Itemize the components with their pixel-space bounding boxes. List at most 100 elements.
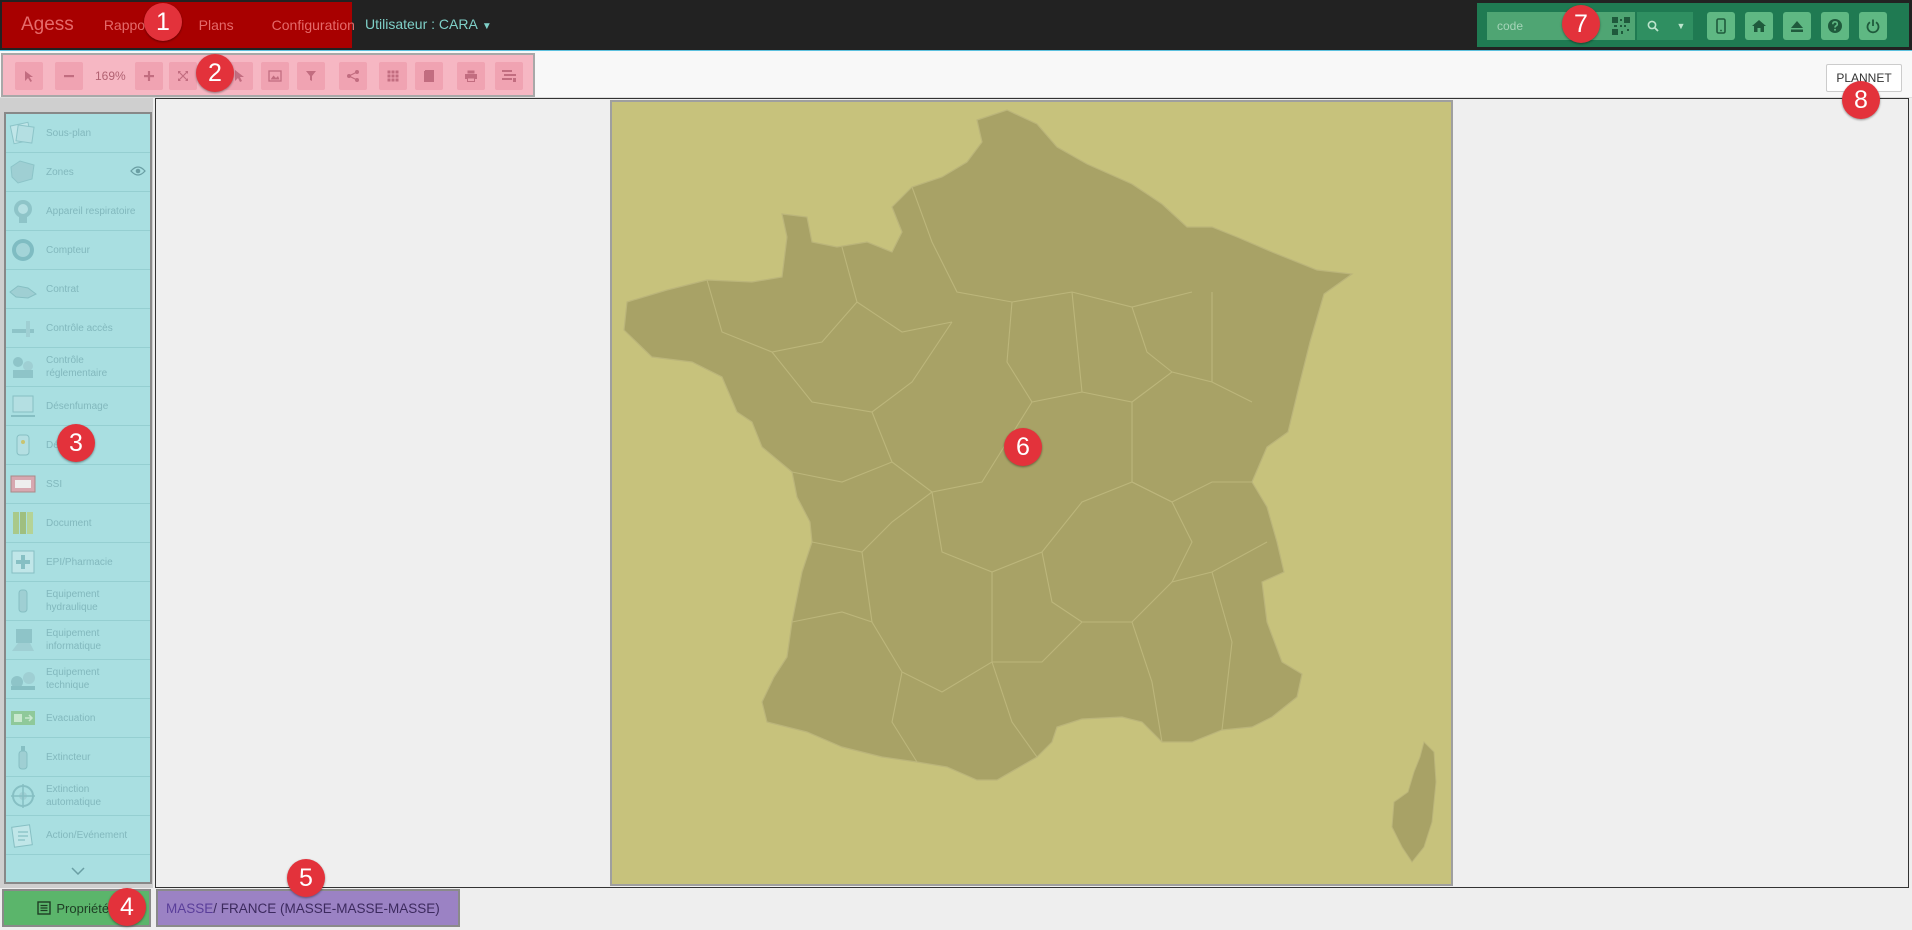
minus-icon xyxy=(64,75,74,78)
hydraulic-icon xyxy=(18,589,28,613)
sidebar-item-equipement-informatique[interactable]: Equipement informatique xyxy=(6,621,150,660)
breadcrumb-link-masse[interactable]: MASSE xyxy=(166,901,213,916)
sidebar-item-epi-pharmacie[interactable]: EPI/Pharmacie xyxy=(6,543,150,582)
home-button[interactable] xyxy=(1745,12,1773,40)
sidebar-item-label: Désenfumage xyxy=(46,400,109,412)
sidebar-item-action-evenement[interactable]: Action/Evénement xyxy=(6,816,150,855)
caret-down-icon: ▼ xyxy=(481,21,492,32)
sidebar-item-appareil-respiratoire[interactable]: Appareil respiratoire xyxy=(6,192,150,231)
layers-button[interactable] xyxy=(495,62,523,90)
plan-map[interactable] xyxy=(610,100,1453,886)
filter-button[interactable] xyxy=(297,62,325,90)
toolbar-row: 169% PLANNET xyxy=(0,50,1912,98)
sidebar-item-label: Action/Evénement xyxy=(46,829,128,841)
sidebar-item-label: EPI/Pharmacie xyxy=(46,556,113,568)
pointer-icon xyxy=(235,70,244,82)
sidebar-item-extincteur[interactable]: Extincteur xyxy=(6,738,150,777)
book-button[interactable] xyxy=(415,62,443,90)
document-icon xyxy=(13,512,33,534)
plus-icon xyxy=(144,71,154,81)
mobile-button[interactable] xyxy=(1707,12,1735,40)
select-tool-button[interactable] xyxy=(15,62,43,90)
help-button[interactable] xyxy=(1821,12,1849,40)
sidebar-item-controle-acces[interactable]: Contrôle accès xyxy=(6,309,150,348)
sidebar-item-compteur[interactable]: Compteur xyxy=(6,231,150,270)
sidebar-item-zones[interactable]: Zones xyxy=(6,153,150,192)
annotation-marker-5: 5 xyxy=(287,859,325,897)
sidebar-scroll-down[interactable] xyxy=(6,860,150,882)
share-button[interactable] xyxy=(339,62,367,90)
image-button[interactable] xyxy=(261,62,289,90)
sidebar-item-desenfumage[interactable]: Désenfumage xyxy=(6,387,150,426)
grid-view-button[interactable] xyxy=(379,62,407,90)
fit-to-screen-button[interactable] xyxy=(169,62,197,90)
print-button[interactable] xyxy=(457,62,485,90)
sidebar-item-label: Equipement hydraulique xyxy=(46,589,100,613)
auto-extinction-icon xyxy=(11,784,35,808)
home-icon xyxy=(1752,20,1766,32)
sidebar-item-document[interactable]: Document xyxy=(6,504,150,543)
ssi-icon xyxy=(10,475,36,493)
sidebar-item-sous-plan[interactable]: Sous-plan xyxy=(6,114,150,153)
sidebar-item-equipement-hydraulique[interactable]: Equipement hydraulique xyxy=(6,582,150,621)
eye-icon[interactable] xyxy=(130,165,146,177)
mobile-phone-icon xyxy=(1716,18,1726,34)
pharmacy-icon xyxy=(11,550,35,574)
sidebar-item-extinction-automatique[interactable]: Extinction automatique xyxy=(6,777,150,816)
nav-link-configuration[interactable]: Configuration xyxy=(272,17,355,33)
logout-button[interactable] xyxy=(1859,12,1887,40)
respirator-icon xyxy=(14,200,32,223)
annotation-marker-2: 2 xyxy=(196,54,234,92)
image-icon xyxy=(268,70,282,82)
plan-toolbar: 169% xyxy=(1,53,535,97)
annotation-marker-4: 4 xyxy=(108,888,146,926)
annotation-marker-7: 7 xyxy=(1562,5,1600,43)
sidebar-item-contrat[interactable]: Contrat xyxy=(6,270,150,309)
properties-label: Propriétés xyxy=(56,900,116,916)
brand-logo[interactable]: Agess xyxy=(21,14,74,36)
sidebar-item-controle-reglementaire[interactable]: Contrôle réglementaire xyxy=(6,348,150,387)
access-control-icon xyxy=(12,321,34,337)
sidebar-item-equipement-technique[interactable]: Equipement technique xyxy=(6,660,150,699)
regulatory-control-icon xyxy=(13,357,33,378)
print-icon xyxy=(465,70,477,82)
caret-down-icon: ▼ xyxy=(1676,21,1686,31)
sidebar-item-label: SSI xyxy=(46,478,63,490)
zoom-in-button[interactable] xyxy=(135,62,163,90)
chevron-down-icon xyxy=(71,867,85,875)
contract-icon xyxy=(9,285,37,299)
sidebar-item-ssi[interactable]: SSI xyxy=(6,465,150,504)
search-button[interactable] xyxy=(1637,12,1669,40)
sidebar-item-evacuation[interactable]: Evacuation xyxy=(6,699,150,738)
plan-canvas[interactable] xyxy=(155,98,1909,888)
layers-icon xyxy=(502,70,516,82)
sidebar-item-label: Equipement technique xyxy=(46,667,100,691)
book-icon xyxy=(424,70,434,82)
annotation-marker-3: 3 xyxy=(57,424,95,462)
eject-icon xyxy=(1791,21,1803,32)
smoke-extraction-icon xyxy=(11,395,35,417)
france-mainland[interactable] xyxy=(623,109,1354,781)
detector-icon xyxy=(16,434,30,456)
expand-icon xyxy=(178,71,188,81)
subplan-icon xyxy=(9,121,35,145)
evacuation-icon xyxy=(11,711,35,725)
cursor-plus-icon xyxy=(25,71,33,82)
qr-code-button[interactable] xyxy=(1607,12,1635,40)
grid-icon xyxy=(387,70,399,82)
search-options-dropdown[interactable]: ▼ xyxy=(1669,12,1693,40)
france-map[interactable] xyxy=(612,102,1451,884)
nav-link-plans[interactable]: Plans xyxy=(199,17,234,33)
user-menu[interactable]: Utilisateur : CARA ▼ xyxy=(365,16,492,32)
top-navbar: Agess Rapports Plans Configuration Utili… xyxy=(0,0,1912,50)
computer-icon xyxy=(12,629,34,651)
zoom-out-button[interactable] xyxy=(55,62,83,90)
eject-button[interactable] xyxy=(1783,12,1811,40)
sidebar-item-label: Evacuation xyxy=(46,712,96,724)
sidebar-item-label: Appareil respiratoire xyxy=(46,205,136,217)
sidebar-item-label: Sous-plan xyxy=(46,127,92,139)
list-icon xyxy=(37,901,52,915)
corsica[interactable] xyxy=(1391,741,1437,863)
zoom-level: 169% xyxy=(95,69,126,83)
object-type-sidebar: Sous-plan Zones Appareil respiratoire Co… xyxy=(0,98,153,888)
